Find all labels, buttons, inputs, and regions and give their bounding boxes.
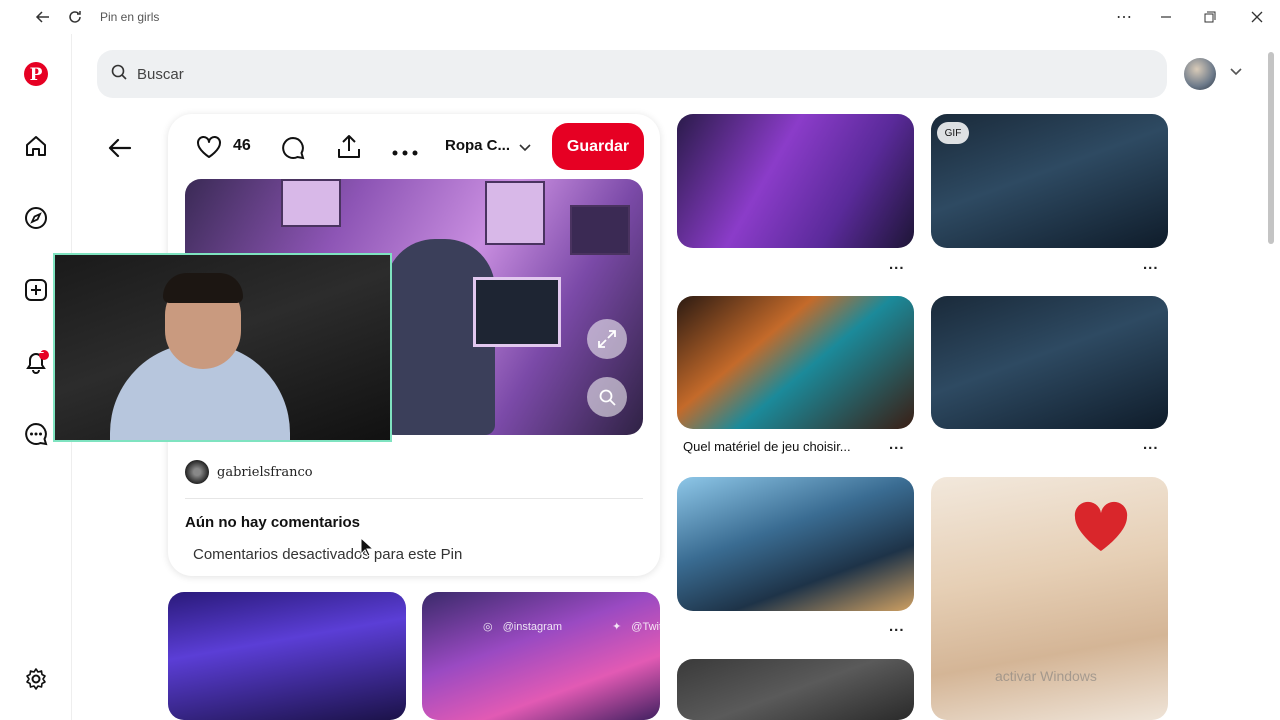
divider bbox=[185, 498, 643, 499]
board-selector[interactable]: Ropa C... bbox=[445, 137, 510, 154]
chevron-down-icon[interactable] bbox=[518, 140, 532, 159]
search-bar[interactable] bbox=[97, 50, 1167, 98]
twitter-handle: @Twitt bbox=[631, 620, 666, 633]
messages-icon[interactable] bbox=[22, 420, 50, 448]
webcam-overlay bbox=[53, 253, 392, 442]
scrollbar-thumb[interactable] bbox=[1268, 52, 1274, 244]
share-icon[interactable] bbox=[336, 134, 362, 165]
comments-heading: Aún no hay comentarios bbox=[185, 514, 361, 531]
tile-more-button[interactable]: ... bbox=[1143, 436, 1159, 453]
stream-overlay: ◎ @instagram ✦ @Twitt bbox=[483, 620, 666, 634]
heart-sticker-icon bbox=[1074, 501, 1128, 551]
notifications-icon[interactable]: 2 bbox=[22, 345, 50, 376]
instagram-icon: ◎ bbox=[483, 621, 493, 633]
tile-more-button[interactable]: ... bbox=[889, 436, 905, 453]
minimize-icon[interactable] bbox=[1155, 6, 1177, 28]
tile-more-button[interactable]: ... bbox=[889, 618, 905, 635]
expand-icon[interactable] bbox=[587, 319, 627, 359]
back-button[interactable] bbox=[104, 132, 136, 164]
close-icon[interactable] bbox=[1246, 6, 1268, 28]
avatar[interactable] bbox=[1184, 58, 1216, 90]
likes-count: 46 bbox=[233, 137, 251, 154]
grid-tile[interactable] bbox=[677, 114, 914, 248]
more-options-icon[interactable] bbox=[392, 144, 418, 162]
windows-watermark: activar Windows bbox=[995, 668, 1097, 684]
tile-more-button[interactable]: ... bbox=[889, 256, 905, 273]
visual-search-icon[interactable] bbox=[587, 377, 627, 417]
gif-badge: GIF bbox=[937, 122, 969, 144]
window-title: Pin en girls bbox=[100, 10, 160, 24]
mouse-cursor-icon bbox=[360, 536, 375, 562]
instagram-handle: @instagram bbox=[502, 620, 563, 633]
notification-badge: 2 bbox=[39, 345, 45, 355]
create-icon[interactable] bbox=[22, 276, 50, 304]
arrow-left-icon[interactable] bbox=[32, 6, 54, 28]
comment-icon[interactable] bbox=[280, 135, 306, 166]
grid-tile[interactable] bbox=[422, 592, 660, 720]
restore-icon[interactable] bbox=[1199, 6, 1221, 28]
tile-title[interactable]: Quel matériel de jeu choisir... bbox=[683, 439, 851, 454]
tile-more-button[interactable]: ... bbox=[1143, 256, 1159, 273]
save-button[interactable]: Guardar bbox=[552, 123, 644, 170]
search-input[interactable] bbox=[137, 65, 737, 83]
settings-icon[interactable] bbox=[22, 665, 50, 693]
chevron-down-icon[interactable] bbox=[1229, 64, 1243, 83]
author-name[interactable]: gabrielsfranco bbox=[217, 465, 313, 480]
heart-icon[interactable] bbox=[196, 135, 222, 164]
grid-tile[interactable] bbox=[677, 296, 914, 429]
grid-tile[interactable] bbox=[168, 592, 406, 720]
grid-tile[interactable] bbox=[677, 659, 914, 720]
svg-text:P: P bbox=[30, 65, 43, 85]
pinterest-logo-icon[interactable]: P bbox=[22, 60, 50, 88]
search-icon bbox=[111, 64, 127, 85]
more-icon[interactable]: ⋯ bbox=[1113, 6, 1135, 28]
grid-tile[interactable] bbox=[931, 296, 1168, 429]
reload-icon[interactable] bbox=[64, 6, 86, 28]
comments-disabled-note: Comentarios desactivados para este Pin bbox=[193, 546, 463, 563]
twitter-icon: ✦ bbox=[612, 621, 622, 633]
author-avatar[interactable] bbox=[185, 460, 209, 484]
title-bar: Pin en girls ⋯ bbox=[0, 0, 1280, 34]
grid-tile[interactable] bbox=[677, 477, 914, 611]
home-icon[interactable] bbox=[22, 132, 50, 160]
explore-icon[interactable] bbox=[22, 204, 50, 232]
arrow-left-icon bbox=[108, 138, 132, 158]
